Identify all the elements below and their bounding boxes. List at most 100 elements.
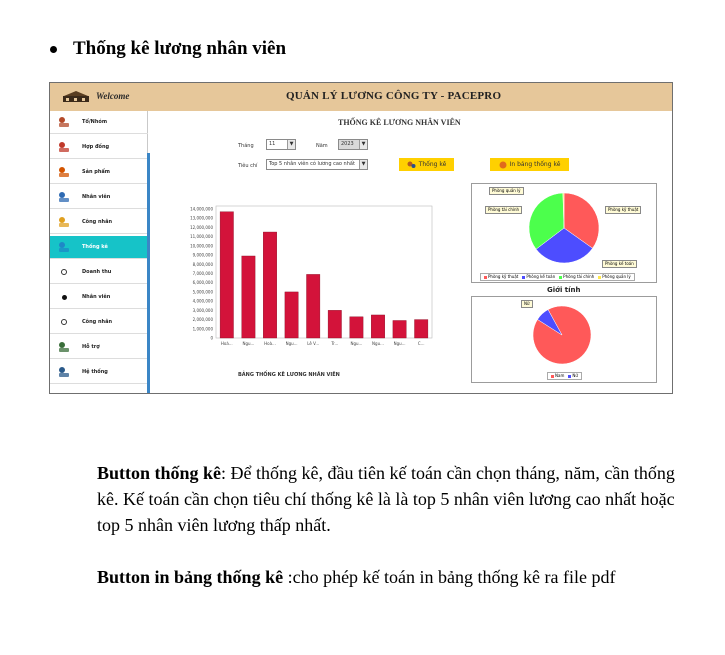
app-title: QUẢN LÝ LƯƠNG CÔNG TY - PACEPRO — [286, 90, 502, 102]
x-tick-label: Ngu... — [286, 341, 298, 346]
radio-empty-icon — [56, 265, 72, 279]
print-button[interactable]: In bảng thống kê — [490, 158, 569, 171]
legend-taichinh: Phòng tài chính — [559, 274, 594, 280]
x-tick-label: Ngu... — [394, 341, 406, 346]
sidebar-item-0[interactable]: Tổ/Nhóm — [50, 111, 148, 134]
sidebar-item-3[interactable]: Nhân viên — [50, 186, 148, 209]
bar-0 — [219, 211, 234, 339]
logo-icon — [63, 91, 89, 102]
y-tick-label: 14,000,000 — [190, 207, 213, 212]
legend-kythuat: Phòng kỹ thuật — [484, 274, 518, 280]
y-tick-label: 0 — [210, 336, 213, 341]
bar-2 — [263, 231, 277, 339]
y-tick-label: 8,000,000 — [193, 262, 214, 267]
y-tick-label: 9,000,000 — [193, 253, 214, 258]
bullet-icon — [50, 45, 57, 53]
chevron-down-icon: ▼ — [359, 140, 367, 149]
bar-chart-area: 14,000,000 13,000,000 12,000,000 11,000,000… — [174, 202, 440, 357]
legend-swatch — [568, 374, 572, 378]
year-select[interactable]: 2023 ▼ — [338, 139, 368, 150]
sidebar-item-label: Hợp đồng — [82, 144, 110, 150]
department-pie-box — [471, 183, 657, 283]
month-label: Tháng — [238, 143, 254, 149]
department-legend: Phòng kỹ thuật Phòng kế toán Phòng tài c… — [480, 273, 635, 281]
x-tick-label: Ngu... — [242, 341, 254, 346]
sidebar-item-label: Thống kê — [82, 244, 108, 250]
legend-swatch — [559, 275, 563, 279]
sidebar: Tổ/Nhóm Hợp đồng Sản phẩm Nhân viên Công nhâ… — [50, 111, 148, 393]
paragraph-text: :cho phép kế toán in bảng thống kê ra fi… — [283, 567, 616, 587]
support-icon — [56, 340, 72, 354]
legend-swatch — [484, 275, 487, 279]
radio-empty-icon — [56, 315, 72, 329]
sidebar-item-9[interactable]: Hỗ trợ — [50, 336, 148, 359]
legend-nu: Nữ — [568, 373, 578, 379]
stats-button[interactable]: Thống kê — [399, 158, 454, 171]
print-icon — [499, 161, 507, 168]
paragraph-bold: Button in bảng thống kê — [97, 567, 284, 587]
sidebar-item-label: Tổ/Nhóm — [82, 119, 108, 125]
chevron-down-icon: ▼ — [287, 140, 295, 149]
heading-text: Thống kê lương nhân viên — [73, 38, 287, 59]
sidebar-item-10[interactable]: Hệ thống — [50, 361, 148, 384]
gender-pie-chart — [532, 305, 592, 365]
sidebar-item-2[interactable]: Sản phẩm — [50, 161, 148, 184]
sidebar-item-6[interactable]: Doanh thu — [50, 261, 148, 284]
gender-title: Giới tính — [547, 286, 581, 294]
salary-bar-chart: 14,000,000 13,000,000 12,000,000 11,000,000… — [190, 205, 433, 346]
paragraph-stats-button: Button thống kê: Để thống kê, đầu tiên k… — [97, 460, 677, 538]
bar-7 — [371, 314, 385, 339]
sidebar-item-1[interactable]: Hợp đồng — [50, 136, 148, 159]
gender-callout-nu: Nữ — [521, 300, 533, 308]
contract-icon — [56, 140, 72, 154]
criteria-label: Tiêu chí — [238, 163, 258, 169]
y-tick-label: 2,000,000 — [193, 317, 214, 322]
sidebar-scrollbar[interactable] — [147, 153, 150, 393]
employee-icon — [56, 190, 72, 204]
worker-icon — [56, 215, 72, 229]
sidebar-item-5[interactable]: Thống kê — [50, 236, 148, 259]
sidebar-item-4[interactable]: Công nhân — [50, 211, 148, 234]
bar-8 — [392, 320, 407, 339]
bar-6 — [349, 316, 364, 339]
sidebar-item-7[interactable]: Nhân viên — [50, 286, 148, 309]
pie-callout-taichinh: Phòng tài chính — [485, 206, 523, 214]
legend-ketoan: Phòng kế toán — [522, 274, 555, 280]
system-icon — [56, 365, 72, 379]
sidebar-item-label: Doanh thu — [82, 269, 112, 275]
section-heading: Thống kê lương nhân viên — [50, 38, 286, 60]
y-tick-label: 5,000,000 — [193, 289, 214, 294]
statistics-icon — [407, 161, 416, 168]
legend-label: Phòng kế toán — [526, 274, 556, 279]
sidebar-item-8[interactable]: Công nhân — [50, 311, 148, 334]
legend-quanly: Phòng quản lý — [598, 274, 631, 280]
app-topbar: Welcome QUẢN LÝ LƯƠNG CÔNG TY - PACEPRO — [50, 83, 672, 111]
pie-callout-ketoan: Phòng kế toán — [602, 260, 637, 268]
department-pie-chart — [528, 192, 600, 264]
legend-nam: Nam — [551, 373, 564, 379]
bar-1 — [241, 255, 256, 339]
legend-label: Phòng kỹ thuật — [488, 274, 519, 279]
gender-legend: Nam Nữ — [547, 372, 582, 380]
legend-swatch — [598, 275, 602, 279]
x-tick-label: Hoà... — [264, 341, 276, 346]
gender-pie-box — [471, 296, 657, 383]
main-title: THỐNG KÊ LƯƠNG NHÂN VIÊN — [338, 118, 461, 127]
y-tick-label: 7,000,000 — [193, 271, 214, 276]
paragraph-bold: Button thống kê — [97, 463, 222, 483]
x-tick-label: Ngu... — [350, 341, 362, 346]
product-icon — [56, 165, 72, 179]
sidebar-item-label: Công nhân — [82, 319, 113, 325]
sidebar-item-label: Sản phẩm — [82, 169, 110, 175]
y-tick-label: 1,000,000 — [193, 326, 214, 331]
month-select[interactable]: 11 ▼ — [266, 139, 296, 150]
legend-label: Nam — [555, 373, 565, 378]
legend-label: Phòng quản lý — [602, 274, 631, 279]
year-value: 2023 — [341, 141, 354, 147]
legend-label: Phòng tài chính — [563, 274, 595, 279]
criteria-select[interactable]: Top 5 nhân viên có lương cao nhất ▼ — [266, 159, 368, 170]
paragraph-print-button: Button in bảng thống kê :cho phép kế toá… — [97, 564, 677, 590]
sidebar-item-label: Công nhân — [82, 219, 113, 225]
x-tick-label: Tr... — [330, 341, 338, 346]
sidebar-item-label: Nhân viên — [82, 194, 111, 200]
